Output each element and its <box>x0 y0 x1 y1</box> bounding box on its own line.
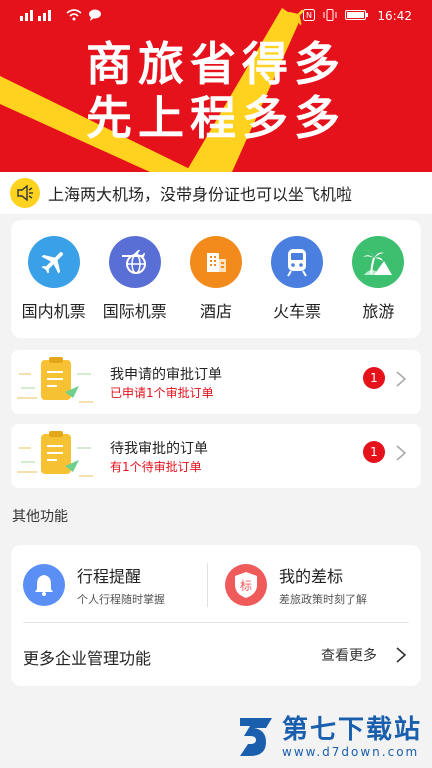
order-title: 待我审批的订单 <box>110 441 208 457</box>
notice-bar[interactable]: 上海两大机场，没带身份证也可以坐飞机啦 <box>0 172 432 214</box>
travel-standard-item[interactable]: 标 我的差标 差旅政策时刻了解 <box>225 563 367 607</box>
status-time: 16:42 <box>377 9 412 23</box>
category-domestic-flight[interactable]: 国内机票 <box>14 220 94 338</box>
function-subtitle: 差旅政策时刻了解 <box>279 593 367 606</box>
section-heading-other-functions: 其他功能 <box>12 509 68 525</box>
category-label: 国内机票 <box>21 302 86 321</box>
airplane-icon <box>27 236 80 288</box>
speaker-icon <box>10 178 40 208</box>
battery-icon <box>345 9 369 24</box>
d7down-logo-icon <box>240 718 272 756</box>
globe-plane-icon <box>108 236 161 288</box>
category-grid: 国内机票 国际机票 酒店 火车票 旅游 <box>11 220 421 338</box>
trip-reminder-item[interactable]: 行程提醒 个人行程随时掌握 <box>23 563 165 607</box>
category-travel[interactable]: 旅游 <box>338 220 418 338</box>
svg-text:标: 标 <box>240 579 252 593</box>
watermark-url: www.d7down.com <box>282 745 420 759</box>
standard-badge-icon: 标 <box>225 564 267 606</box>
status-bar: N 16:42 <box>0 0 432 32</box>
order-count-badge: 1 <box>363 367 385 389</box>
function-subtitle: 个人行程随时掌握 <box>77 593 165 606</box>
order-count-badge: 1 <box>363 441 385 463</box>
chevron-right-icon <box>396 445 407 461</box>
category-hotel[interactable]: 酒店 <box>176 220 256 338</box>
category-label: 国际机票 <box>102 302 167 321</box>
my-approval-orders-card[interactable]: 我申请的审批订单 已申请1个审批订单 1 <box>11 350 421 414</box>
wifi-icon <box>66 8 82 24</box>
order-subtitle: 已申请1个审批订单 <box>110 386 214 400</box>
category-label: 酒店 <box>199 302 232 321</box>
message-icon <box>88 9 102 24</box>
vibrate-icon <box>323 8 337 24</box>
pending-approval-orders-card[interactable]: 待我审批的订单 有1个待审批订单 1 <box>11 424 421 488</box>
category-label: 旅游 <box>362 302 395 321</box>
chevron-right-icon[interactable] <box>395 646 407 664</box>
view-more-link[interactable]: 查看更多 <box>321 645 377 665</box>
notice-text: 上海两大机场，没带身份证也可以坐飞机啦 <box>48 185 353 204</box>
clipboard-illustration-icon <box>17 357 93 403</box>
order-title: 我申请的审批订单 <box>110 367 222 383</box>
promo-banner[interactable]: N 16:42 商旅省得多 先上程多多 <box>0 0 432 172</box>
horizontal-divider <box>23 622 409 623</box>
more-management-title: 更多企业管理功能 <box>23 649 152 668</box>
hotel-icon <box>189 236 242 288</box>
category-train[interactable]: 火车票 <box>257 220 337 338</box>
clipboard-illustration-icon <box>17 431 93 477</box>
signal-icon <box>20 9 60 24</box>
chevron-right-icon <box>396 371 407 387</box>
category-international-flight[interactable]: 国际机票 <box>95 220 175 338</box>
functions-card: 行程提醒 个人行程随时掌握 标 我的差标 差旅政策时刻了解 更多企业管理功能 查… <box>11 545 421 686</box>
order-subtitle: 有1个待审批订单 <box>110 460 202 474</box>
watermark-name: 第七下载站 <box>282 715 423 745</box>
palm-tree-icon <box>352 236 405 288</box>
function-title: 行程提醒 <box>77 567 142 586</box>
banner-headline-2: 先上程多多 <box>86 91 346 145</box>
watermark: 第七下载站 www.d7down.com <box>236 714 422 760</box>
category-label: 火车票 <box>273 302 322 321</box>
vertical-divider <box>207 563 208 607</box>
bell-icon <box>23 564 65 606</box>
train-icon <box>271 236 324 288</box>
airplane-decoration-icon <box>286 6 308 32</box>
function-title: 我的差标 <box>279 567 344 586</box>
